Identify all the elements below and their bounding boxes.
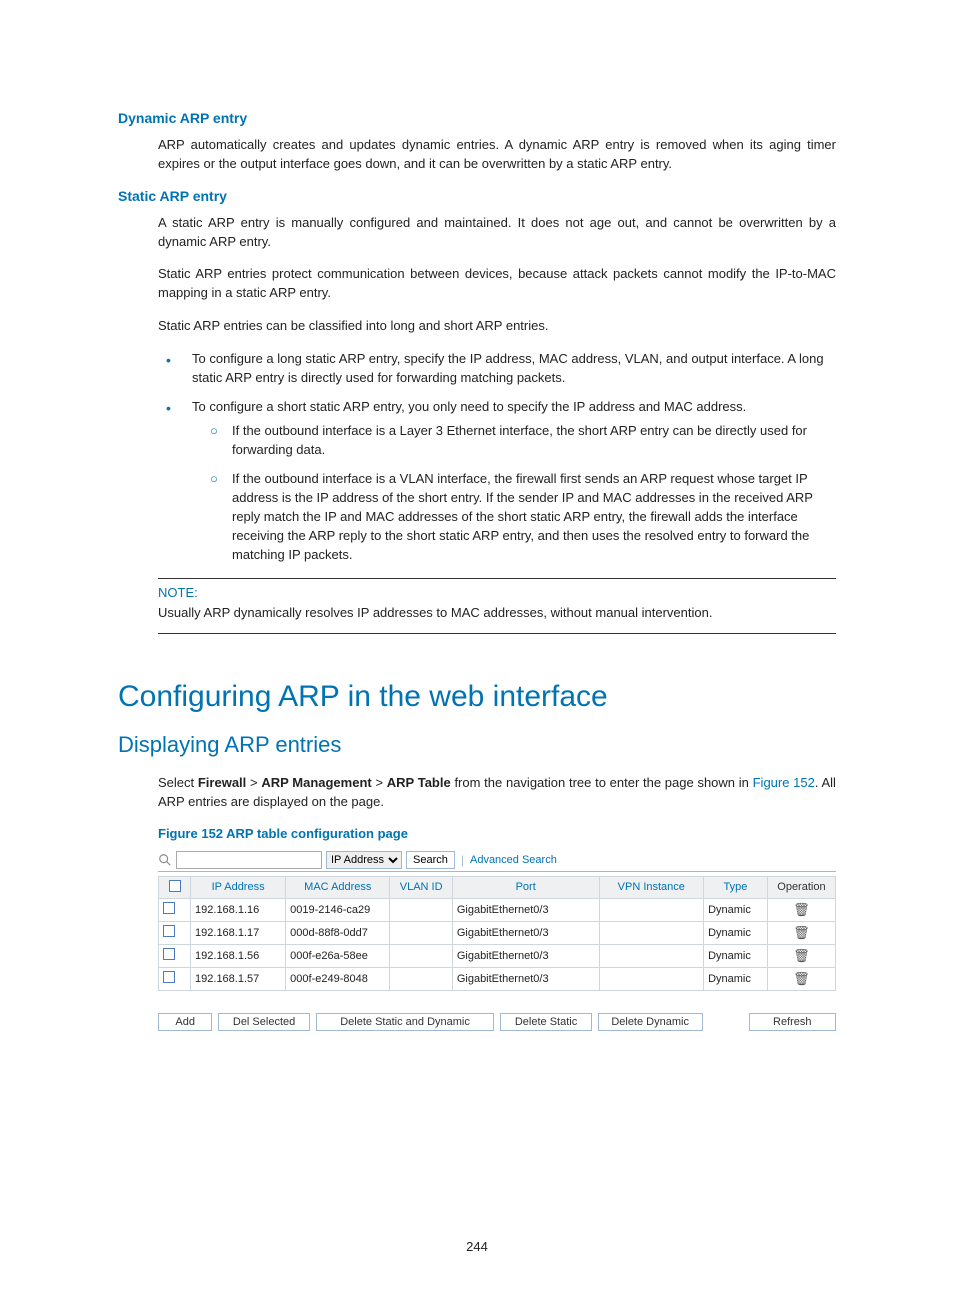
delete-selected-button[interactable]: Del Selected <box>218 1013 309 1031</box>
row-checkbox[interactable] <box>163 971 175 983</box>
cell-ip: 192.168.1.56 <box>191 944 286 967</box>
note-body: Usually ARP dynamically resolves IP addr… <box>158 604 836 623</box>
cell-mac: 000d-88f8-0dd7 <box>286 921 390 944</box>
table-row: 192.168.1.17000d-88f8-0dd7 GigabitEtherne… <box>159 921 836 944</box>
cell-ip: 192.168.1.57 <box>191 967 286 990</box>
cell-mac: 000f-e26a-58ee <box>286 944 390 967</box>
divider <box>158 578 836 579</box>
table-row: 192.168.1.160019-2146-ca29 GigabitEtherne… <box>159 898 836 921</box>
row-checkbox[interactable] <box>163 948 175 960</box>
col-vpn[interactable]: VPN Instance <box>599 876 704 898</box>
cell-port: GigabitEthernet0/3 <box>452 944 599 967</box>
cell-mac: 0019-2146-ca29 <box>286 898 390 921</box>
cell-port: GigabitEthernet0/3 <box>452 967 599 990</box>
list-item: If the outbound interface is a Layer 3 E… <box>214 422 836 460</box>
cell-type: Dynamic <box>704 898 768 921</box>
paragraph: Static ARP entries protect communication… <box>158 265 836 303</box>
list-item: To configure a long static ARP entry, sp… <box>182 350 836 388</box>
cell-vpn <box>599 967 704 990</box>
delete-static-button[interactable]: Delete Static <box>500 1013 591 1031</box>
trash-icon[interactable]: 🗑 <box>793 948 810 963</box>
cell-vlan <box>390 921 452 944</box>
cell-vlan <box>390 898 452 921</box>
search-field-select[interactable]: IP Address <box>326 851 402 869</box>
delete-dynamic-button[interactable]: Delete Dynamic <box>598 1013 703 1031</box>
paragraph: A static ARP entry is manually configure… <box>158 214 836 252</box>
paragraph: Select Firewall > ARP Management > ARP T… <box>158 774 836 812</box>
cell-port: GigabitEthernet0/3 <box>452 898 599 921</box>
col-type[interactable]: Type <box>704 876 768 898</box>
cell-type: Dynamic <box>704 944 768 967</box>
col-operation: Operation <box>767 876 835 898</box>
sub-list: If the outbound interface is a Layer 3 E… <box>214 422 836 564</box>
cell-ip: 192.168.1.17 <box>191 921 286 944</box>
search-button[interactable]: Search <box>406 851 455 869</box>
trash-icon[interactable]: 🗑 <box>793 971 810 986</box>
section-heading-static: Static ARP entry <box>118 188 836 204</box>
cell-vpn <box>599 921 704 944</box>
search-input[interactable] <box>176 851 322 869</box>
section-heading-dynamic: Dynamic ARP entry <box>118 110 836 126</box>
cell-mac: 000f-e249-8048 <box>286 967 390 990</box>
cell-vlan <box>390 967 452 990</box>
cell-ip: 192.168.1.16 <box>191 898 286 921</box>
divider: | <box>461 853 464 867</box>
row-checkbox[interactable] <box>163 902 175 914</box>
page-number: 244 <box>0 1239 954 1254</box>
cell-type: Dynamic <box>704 921 768 944</box>
trash-icon[interactable]: 🗑 <box>793 925 810 940</box>
section-heading: Displaying ARP entries <box>118 732 836 758</box>
figure-link[interactable]: Figure 152 <box>753 775 815 790</box>
col-ip[interactable]: IP Address <box>191 876 286 898</box>
paragraph: ARP automatically creates and updates dy… <box>158 136 836 174</box>
table-header-row: IP Address MAC Address VLAN ID Port VPN … <box>159 876 836 898</box>
table-row: 192.168.1.57000f-e249-8048 GigabitEtherne… <box>159 967 836 990</box>
refresh-button[interactable]: Refresh <box>749 1013 836 1031</box>
arp-table: IP Address MAC Address VLAN ID Port VPN … <box>158 876 836 991</box>
button-row: Add Del Selected Delete Static and Dynam… <box>158 1013 836 1031</box>
page-title: Configuring ARP in the web interface <box>118 680 836 714</box>
bullet-list: To configure a long static ARP entry, sp… <box>158 350 836 564</box>
divider <box>158 633 836 634</box>
search-icon <box>158 853 172 867</box>
cell-vpn <box>599 944 704 967</box>
delete-static-dynamic-button[interactable]: Delete Static and Dynamic <box>316 1013 495 1031</box>
list-item: To configure a short static ARP entry, y… <box>182 398 836 565</box>
figure-caption: Figure 152 ARP table configuration page <box>158 826 836 841</box>
col-mac[interactable]: MAC Address <box>286 876 390 898</box>
row-checkbox[interactable] <box>163 925 175 937</box>
cell-type: Dynamic <box>704 967 768 990</box>
arp-table-ui: IP Address Search | Advanced Search IP A… <box>158 849 836 1031</box>
cell-vpn <box>599 898 704 921</box>
advanced-search-link[interactable]: Advanced Search <box>470 854 557 866</box>
trash-icon[interactable]: 🗑 <box>793 902 810 917</box>
note-label: NOTE: <box>158 585 836 600</box>
select-all-checkbox[interactable] <box>169 880 181 892</box>
cell-vlan <box>390 944 452 967</box>
list-item: If the outbound interface is a VLAN inte… <box>214 470 836 564</box>
col-port[interactable]: Port <box>452 876 599 898</box>
search-bar: IP Address Search | Advanced Search <box>158 849 836 872</box>
table-row: 192.168.1.56000f-e26a-58ee GigabitEtherne… <box>159 944 836 967</box>
add-button[interactable]: Add <box>158 1013 212 1031</box>
paragraph: Static ARP entries can be classified int… <box>158 317 836 336</box>
col-vlan[interactable]: VLAN ID <box>390 876 452 898</box>
cell-port: GigabitEthernet0/3 <box>452 921 599 944</box>
